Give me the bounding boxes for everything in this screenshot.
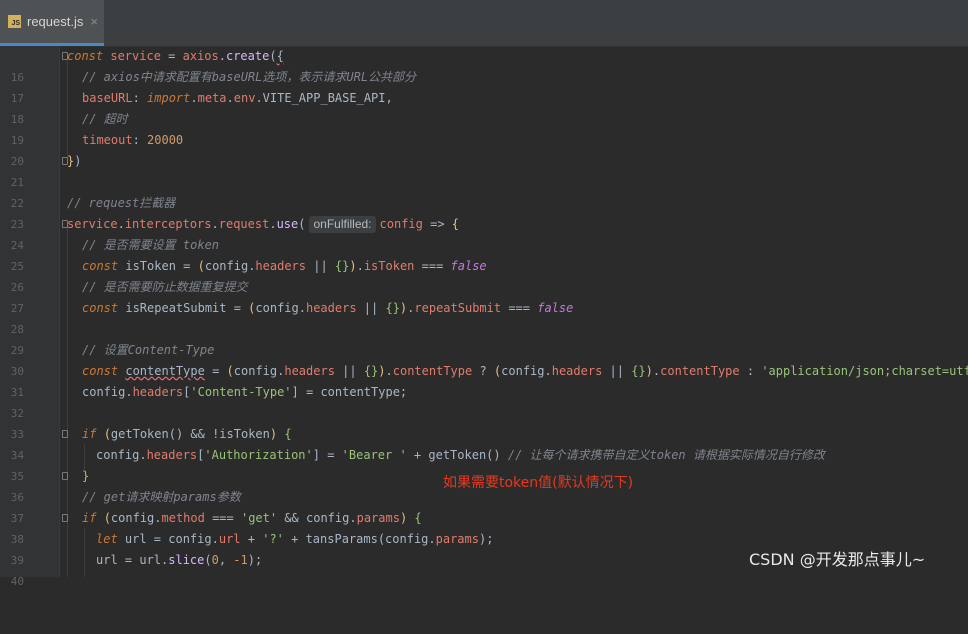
code-text: let url = config.url + '?' + tansParams(… bbox=[96, 532, 494, 546]
code-line: 20 timeout: 20000 bbox=[0, 130, 968, 168]
code-comment: // 超时 bbox=[82, 112, 128, 126]
code-comment: // 是否需要防止数据重复提交 bbox=[82, 280, 248, 294]
code-line: 32 config.headers['Content-Type'] = cont… bbox=[0, 382, 968, 420]
code-comment: // 是否需要设置 token bbox=[82, 238, 220, 252]
code-line: 19 // 超时 bbox=[0, 109, 968, 147]
code-editor[interactable]: 16 const service = axios.create({ 17 // … bbox=[0, 46, 968, 588]
code-line: 28 const isRepeatSubmit = (config.header… bbox=[0, 298, 968, 336]
code-text: baseURL: import.meta.env.VITE_APP_BASE_A… bbox=[82, 91, 393, 105]
code-line: 34 if (getToken() && !isToken) { bbox=[0, 424, 968, 462]
code-line: 25 // 是否需要设置 token bbox=[0, 235, 968, 273]
code-text: if (config.method === 'get' && config.pa… bbox=[82, 511, 422, 525]
code-line: 29 bbox=[0, 319, 968, 357]
code-text: config.headers['Content-Type'] = content… bbox=[82, 385, 408, 399]
line-number: 40 bbox=[10, 575, 24, 588]
code-line: 22 bbox=[0, 172, 968, 210]
code-comment: // axios中请求配置有baseURL选项，表示请求URL公共部分 bbox=[82, 70, 417, 84]
close-icon[interactable]: × bbox=[90, 14, 98, 29]
code-line: 31 const contentType = (config.headers |… bbox=[0, 361, 968, 399]
editor-tab-bar: JS request.js × bbox=[0, 0, 968, 47]
code-line: 27 // 是否需要防止数据重复提交 bbox=[0, 277, 968, 315]
code-line: 26 const isToken = (config.headers || {}… bbox=[0, 256, 968, 294]
code-text: const isToken = (config.headers || {}).i… bbox=[82, 259, 487, 273]
code-text: const service = axios.create({ bbox=[67, 49, 284, 63]
code-text: config.headers['Authorization'] = 'Beare… bbox=[96, 448, 825, 462]
watermark: CSDN @开发那点事儿~ bbox=[749, 550, 926, 569]
code-text: const isRepeatSubmit = (config.headers |… bbox=[82, 301, 574, 315]
code-text: timeout: 20000 bbox=[82, 133, 184, 147]
code-line: 24 service.interceptors.request.use(onFu… bbox=[0, 214, 968, 252]
javascript-file-icon: JS bbox=[8, 15, 21, 28]
annotation-text: 如果需要token值(默认情况下) bbox=[443, 475, 634, 491]
parameter-hint: onFulfilled: bbox=[309, 216, 376, 233]
code-line: 30 // 设置Content-Type bbox=[0, 340, 968, 378]
tab-request-js[interactable]: JS request.js × bbox=[0, 0, 104, 46]
code-line: 23 // request拦截器 bbox=[0, 193, 968, 231]
code-comment: // request拦截器 bbox=[67, 196, 176, 210]
tab-filename: request.js bbox=[27, 14, 84, 29]
code-line: 38 if (config.method === 'get' && config… bbox=[0, 508, 968, 546]
code-line: 21 }) bbox=[0, 151, 968, 189]
code-text: }) bbox=[67, 154, 82, 168]
code-comment: // 设置Content-Type bbox=[82, 343, 215, 357]
code-comment: // get请求映射params参数 bbox=[82, 490, 241, 504]
code-line: 18 baseURL: import.meta.env.VITE_APP_BAS… bbox=[0, 88, 968, 126]
code-line: 17 // axios中请求配置有baseURL选项，表示请求URL公共部分 bbox=[0, 67, 968, 105]
code-text: const contentType = (config.headers || {… bbox=[82, 364, 968, 378]
code-line: 35 config.headers['Authorization'] = 'Be… bbox=[0, 445, 968, 483]
code-text: if (getToken() && !isToken) { bbox=[82, 427, 292, 441]
code-text: service.interceptors.request.use(onFulfi… bbox=[67, 216, 460, 233]
code-line: 33 bbox=[0, 403, 968, 441]
code-text: url = url.slice(0, -1); bbox=[96, 553, 263, 567]
code-line: 16 const service = axios.create({ bbox=[0, 46, 968, 84]
code-text: } bbox=[82, 469, 90, 483]
